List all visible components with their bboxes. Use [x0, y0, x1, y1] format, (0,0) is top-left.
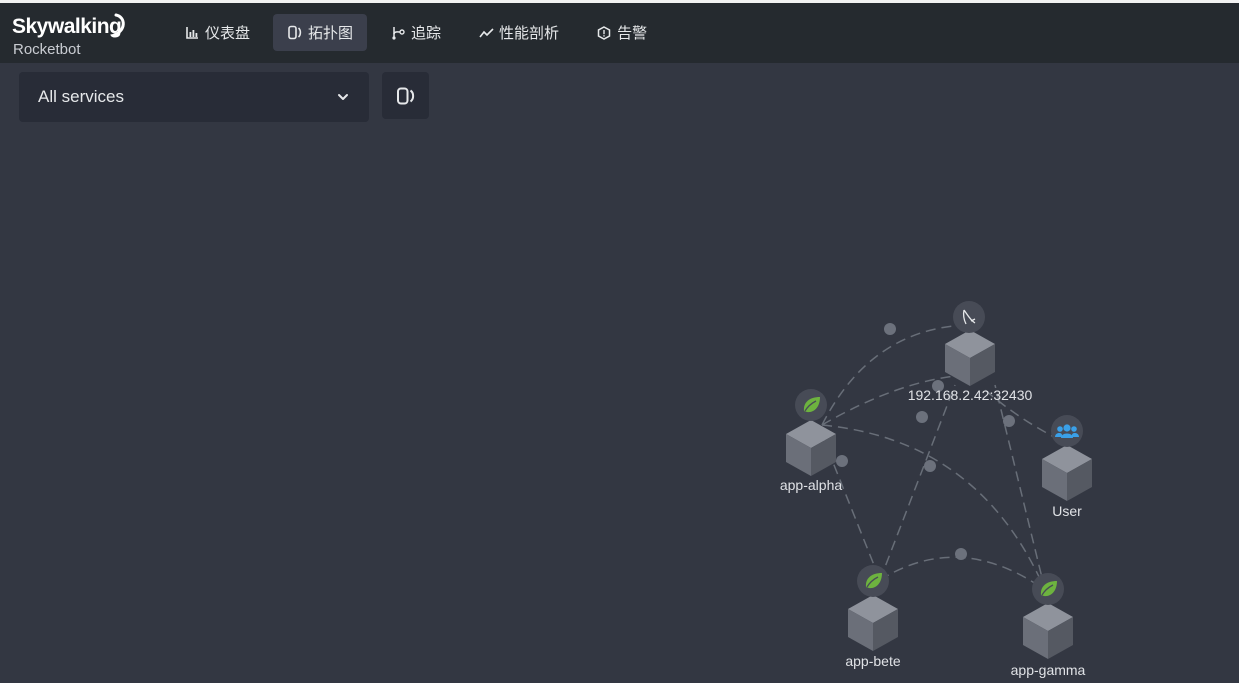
topology-edge[interactable] — [879, 556, 1046, 591]
edge-dot[interactable] — [924, 460, 936, 472]
edge-dot[interactable] — [836, 455, 848, 467]
logo-swoosh-icon — [112, 13, 125, 37]
service-select-value: All services — [38, 87, 124, 106]
topology-node-mysql[interactable] — [945, 330, 995, 386]
topology-edge[interactable] — [821, 324, 966, 426]
edge-dot[interactable] — [884, 323, 896, 335]
node-label-mysql: 192.168.2.42:32430 — [908, 387, 1033, 403]
users-icon — [1051, 415, 1083, 447]
edge-dot[interactable] — [916, 411, 928, 423]
nav-item-topology[interactable]: 拓扑图 — [273, 14, 368, 51]
top-navigation-bar: Skywalking Rocketbot 仪表盘 拓扑图 追踪 性能剖析 告警 — [0, 3, 1239, 63]
nav-label: 拓扑图 — [308, 24, 354, 42]
chevron-down-icon — [338, 94, 348, 100]
node-label-app-bete: app-bete — [845, 653, 900, 669]
logo-title: Skywalking — [12, 15, 122, 38]
nav-label: 性能剖析 — [499, 24, 560, 42]
alert-icon — [596, 25, 612, 41]
node-label-user: User — [1052, 503, 1082, 519]
nav-item-profiling[interactable]: 性能剖析 — [464, 14, 573, 51]
topology-icon — [396, 87, 414, 104]
nav-label: 告警 — [617, 24, 648, 42]
nav-item-dashboard[interactable]: 仪表盘 — [170, 14, 264, 51]
mysql-dolphin-icon — [953, 301, 985, 333]
node-label-app-alpha: app-alpha — [780, 477, 842, 493]
trace-branch-icon — [390, 25, 406, 41]
nav-item-alarm[interactable]: 告警 — [582, 14, 661, 51]
topology-edge[interactable] — [994, 384, 1046, 591]
topology-icon — [287, 25, 303, 41]
topology-node-app-alpha[interactable] — [786, 420, 836, 476]
spring-leaf-icon — [1032, 573, 1064, 605]
trend-line-icon — [478, 25, 494, 41]
edge-dot[interactable] — [955, 548, 967, 560]
skywalking-logo[interactable]: Skywalking Rocketbot — [12, 13, 142, 61]
bar-chart-icon — [184, 25, 200, 41]
main-nav: 仪表盘 拓扑图 追踪 性能剖析 告警 — [170, 14, 670, 51]
topology-edges — [821, 324, 1061, 591]
logo-subtitle: Rocketbot — [13, 41, 81, 58]
spring-leaf-icon — [857, 565, 889, 597]
topology-node-app-gamma[interactable] — [1023, 603, 1073, 659]
topology-node-user[interactable] — [1042, 445, 1092, 501]
topology-view-button[interactable] — [382, 72, 429, 119]
edge-dot[interactable] — [1003, 415, 1015, 427]
node-label-app-gamma: app-gamma — [1011, 662, 1086, 678]
nav-label: 仪表盘 — [205, 24, 251, 42]
nav-item-trace[interactable]: 追踪 — [376, 14, 455, 51]
service-select[interactable]: All services — [19, 72, 369, 122]
spring-leaf-icon — [795, 389, 827, 421]
topology-node-app-bete[interactable] — [848, 595, 898, 651]
nav-label: 追踪 — [411, 24, 442, 42]
